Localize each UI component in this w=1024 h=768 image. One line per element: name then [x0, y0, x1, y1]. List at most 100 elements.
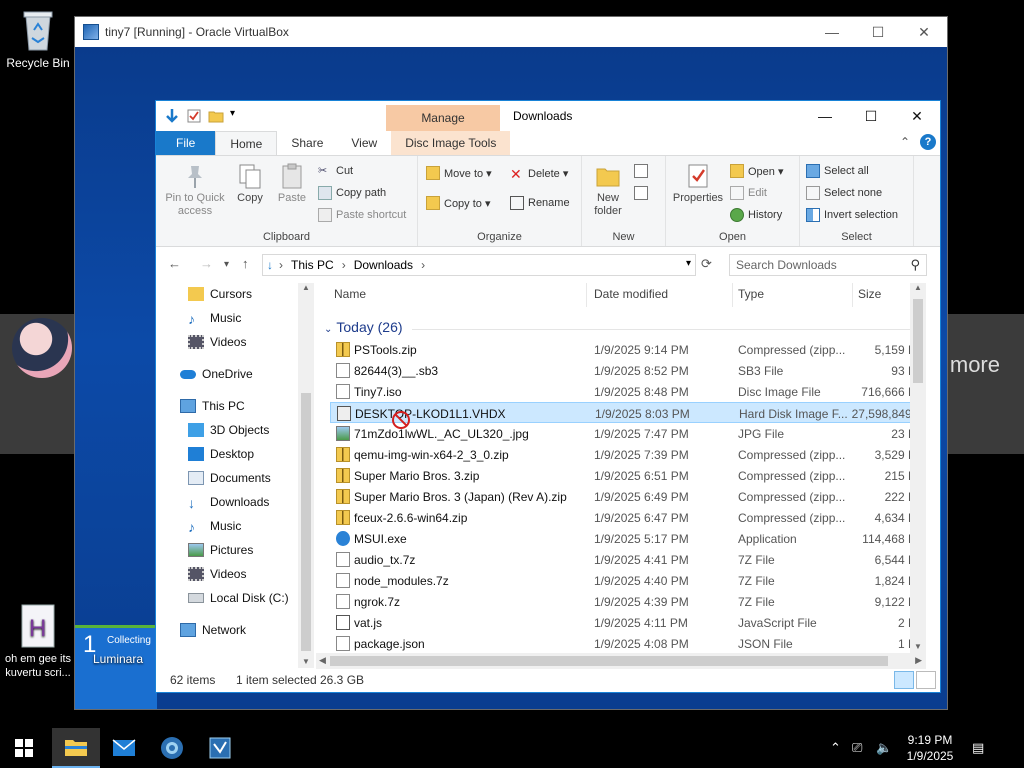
select-all-button[interactable]: Select all — [806, 164, 869, 178]
vbox-close-button[interactable]: ✕ — [901, 17, 947, 47]
notification-icon[interactable]: ▤ — [972, 740, 984, 756]
down-arrow-icon[interactable] — [164, 108, 180, 124]
scroll-down-arrow[interactable]: ▼ — [914, 642, 922, 651]
easy-access-button[interactable] — [634, 186, 652, 200]
copy-button[interactable]: Copy — [230, 162, 270, 204]
scroll-up-arrow[interactable]: ▲ — [914, 283, 922, 292]
start-button[interactable] — [0, 732, 48, 764]
new-folder-icon[interactable] — [208, 108, 224, 124]
nav-item-documents[interactable]: Documents — [188, 471, 271, 485]
properties-check-icon[interactable] — [186, 108, 202, 124]
paste-shortcut-button[interactable]: Paste shortcut — [318, 208, 406, 222]
search-input[interactable]: Search Downloads ⚲ — [729, 254, 927, 276]
chevron-down-icon[interactable]: ▾ — [230, 108, 246, 124]
minimize-button[interactable]: — — [802, 101, 848, 131]
desktop-icon-luminara[interactable]: Luminara — [80, 652, 156, 666]
navigation-pane[interactable]: Cursors ♪ Music Videos OneDrive This PC 3… — [156, 283, 314, 668]
scroll-right-arrow[interactable]: ▶ — [915, 655, 922, 666]
table-row[interactable]: fceux-2.6.6-win64.zip 1/9/2025 6:47 PM Com… — [330, 507, 926, 528]
file-explorer-window[interactable]: ▾ Manage Downloads — ☐ ✕ File Home Share… — [155, 100, 941, 693]
table-row[interactable]: Super Mario Bros. 3 (Japan) (Rev A).zip 1… — [330, 486, 926, 507]
help-icon[interactable]: ? — [920, 134, 936, 150]
open-button[interactable]: Open ▾ — [730, 164, 784, 178]
list-scrollbar[interactable]: ▲ ▼ — [910, 283, 926, 653]
back-button[interactable]: ← — [168, 256, 181, 271]
network-tray-icon[interactable]: ⎚ — [852, 740, 862, 756]
clock[interactable]: 9:19 PM 1/9/2025 — [900, 732, 960, 764]
tab-home[interactable]: Home — [215, 131, 278, 155]
new-item-button[interactable] — [634, 164, 652, 178]
table-row[interactable]: 71mZdo1lwWL._AC_UL320_.jpg 1/9/2025 7:47 … — [330, 423, 926, 444]
manage-context-tab[interactable]: Manage — [386, 105, 500, 131]
desktop-icon-text-document[interactable]: H oh em gee its kuvertu scri... — [0, 604, 76, 680]
recent-locations-button[interactable]: ▾ — [224, 259, 229, 270]
select-none-button[interactable]: Select none — [806, 186, 882, 200]
nav-scroll-thumb[interactable] — [301, 393, 311, 651]
scroll-up-arrow[interactable]: ▲ — [302, 283, 310, 292]
table-row[interactable]: vat.js1/9/2025 4:11 PMJavaScript File2 K… — [330, 612, 926, 633]
nav-item-3d-objects[interactable]: 3D Objects — [188, 423, 269, 437]
nav-item-videos[interactable]: Videos — [188, 335, 246, 349]
table-row[interactable]: ngrok.7z 1/9/2025 4:39 PM 7Z File 9,122 KB — [330, 591, 926, 612]
column-divider[interactable] — [852, 283, 853, 307]
nav-item-music[interactable]: ♪ Music — [188, 311, 241, 327]
column-name[interactable]: Name — [334, 287, 366, 301]
pin-quick-access-button[interactable]: Pin to Quick access — [162, 162, 228, 218]
properties-button[interactable]: Properties — [668, 162, 728, 204]
tab-disc-image-tools[interactable]: Disc Image Tools — [391, 131, 511, 155]
nav-item-local-disk[interactable]: Local Disk (C:) — [188, 591, 289, 605]
breadcrumb-downloads[interactable]: Downloads — [354, 258, 413, 272]
vbox-minimize-button[interactable]: — — [809, 17, 855, 47]
scroll-left-arrow[interactable]: ◀ — [319, 655, 326, 666]
volume-icon[interactable]: 🔈 — [876, 740, 892, 756]
table-row[interactable]: MSUI.exe 1/9/2025 5:17 PM Application 114,4… — [330, 528, 926, 549]
rename-button[interactable]: Rename — [510, 196, 570, 210]
new-folder-button[interactable]: New folder — [586, 162, 630, 218]
nav-scrollbar[interactable]: ▲ ▼ — [298, 283, 314, 668]
large-icons-view-button[interactable] — [916, 671, 936, 689]
table-row[interactable]: node_modules.7z 1/9/2025 4:40 PM 7Z File 1,… — [330, 570, 926, 591]
up-button[interactable]: ↑ — [242, 256, 249, 271]
nav-item-network[interactable]: Network — [180, 623, 246, 637]
desktop-icon-recycle-bin[interactable]: Recycle Bin — [0, 8, 76, 70]
close-button[interactable]: ✕ — [894, 101, 940, 131]
table-row[interactable]: Super Mario Bros. 3.zip 1/9/2025 6:51 PM C… — [330, 465, 926, 486]
group-header-today[interactable]: ⌄ Today (26) — [324, 319, 403, 335]
paste-button[interactable]: Paste — [272, 162, 312, 204]
copy-to-button[interactable]: Copy to ▾ — [426, 196, 491, 210]
address-bar[interactable]: ↓ › This PC › Downloads › ▾ — [262, 254, 696, 276]
nav-item-onedrive[interactable]: OneDrive — [180, 367, 253, 381]
taskbar-file-explorer[interactable] — [52, 728, 100, 768]
table-row[interactable]: DESKTOP-LKOD1L1.VHDX 1/9/2025 8:03 PM Hard… — [330, 402, 926, 423]
details-view-button[interactable] — [894, 671, 914, 689]
nav-item-downloads[interactable]: ↓ Downloads — [188, 495, 269, 511]
delete-button[interactable]: ✕ Delete ▾ — [510, 166, 568, 182]
file-list[interactable]: Name Date modified Type Size ⌄ Today (26)… — [316, 283, 926, 668]
history-button[interactable]: History — [730, 208, 782, 222]
nav-item-cursors[interactable]: Cursors — [188, 287, 252, 301]
horizontal-scroll-thumb[interactable] — [330, 656, 888, 666]
chevron-up-icon[interactable]: ⌃ — [830, 740, 841, 756]
taskbar-browser[interactable] — [148, 732, 196, 764]
edit-button[interactable]: Edit — [730, 186, 767, 200]
address-dropdown-icon[interactable]: ▾ — [686, 258, 691, 269]
column-size[interactable]: Size — [858, 287, 881, 301]
collapse-ribbon-icon[interactable]: ⌃ — [900, 135, 910, 149]
nav-item-pictures[interactable]: Pictures — [188, 543, 253, 557]
tab-file[interactable]: File — [156, 131, 216, 155]
list-scroll-thumb[interactable] — [913, 299, 923, 383]
nav-item-videos[interactable]: Videos — [188, 567, 246, 581]
taskbar-mail[interactable] — [100, 732, 148, 764]
table-row[interactable]: PSTools.zip 1/9/2025 9:14 PM Compressed (z… — [330, 339, 926, 360]
table-row[interactable]: audio_tx.7z 1/9/2025 4:41 PM 7Z File 6,544 … — [330, 549, 926, 570]
invert-selection-button[interactable]: Invert selection — [806, 208, 898, 222]
forward-button[interactable]: → — [200, 256, 213, 271]
horizontal-scrollbar[interactable]: ◀ ▶ — [316, 653, 926, 669]
table-row[interactable]: package.json1/9/2025 4:08 PMJSON File1 K… — [330, 633, 926, 654]
table-row[interactable]: Tiny7.iso 1/9/2025 8:48 PM Disc Image File… — [330, 381, 926, 402]
tab-share[interactable]: Share — [277, 131, 337, 155]
move-to-button[interactable]: Move to ▾ — [426, 166, 492, 180]
vbox-maximize-button[interactable]: ☐ — [855, 17, 901, 47]
column-type[interactable]: Type — [738, 287, 764, 301]
table-row[interactable]: qemu-img-win-x64-2_3_0.zip 1/9/2025 7:39 … — [330, 444, 926, 465]
